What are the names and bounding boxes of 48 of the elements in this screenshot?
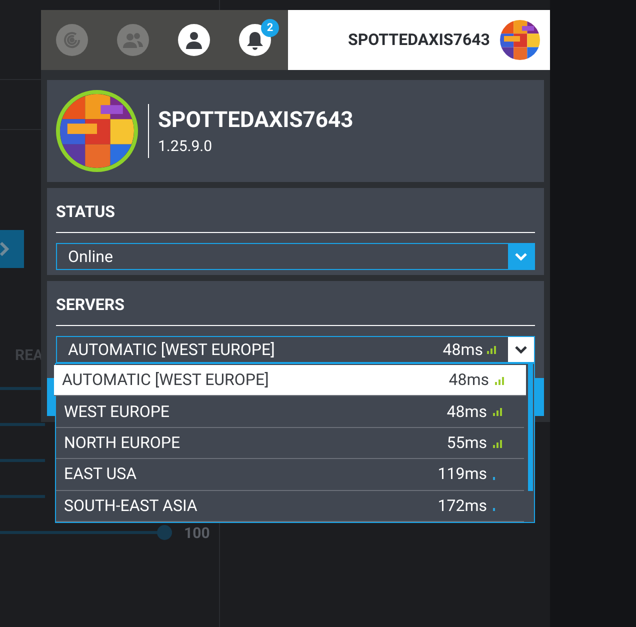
friends-button[interactable]	[116, 24, 148, 56]
server-option[interactable]: SOUTH-EAST ASIA 172ms	[56, 490, 524, 522]
user-tab[interactable]: SPOTTEDAXIS7643	[288, 10, 550, 70]
slider-thumb[interactable]	[157, 525, 172, 540]
server-name: SOUTH-EAST ASIA	[64, 494, 198, 517]
servers-title: SERVERS	[56, 293, 535, 326]
status-value: Online	[67, 246, 114, 268]
chevron-down-icon	[515, 346, 527, 354]
server-name: AUTOMATIC [WEST EUROPE]	[62, 369, 270, 392]
server-value: AUTOMATIC [WEST EUROPE]	[67, 338, 276, 360]
chevron-down-icon	[515, 252, 527, 260]
ping-value: 119ms	[438, 463, 487, 486]
server-option[interactable]: NORTH EUROPE 55ms	[56, 428, 524, 460]
scrollbar-thumb[interactable]	[528, 364, 533, 491]
friends-icon	[122, 31, 144, 49]
ping-value: 172ms	[438, 494, 487, 517]
server-name: WEST EUROPE	[64, 400, 171, 423]
server-select[interactable]: AUTOMATIC [WEST EUROPE] 48ms	[56, 336, 535, 363]
ping-value: 55ms	[446, 432, 487, 454]
status-title: STATUS	[56, 200, 535, 233]
notification-badge: 2	[261, 19, 279, 37]
ping-value: 48ms	[442, 338, 483, 360]
ping-value: 48ms	[448, 369, 489, 392]
radar-button[interactable]	[56, 24, 88, 56]
slider-value: 100	[184, 522, 210, 544]
dropdown-toggle[interactable]	[508, 244, 534, 269]
server-name: EAST USA	[64, 463, 138, 486]
arrow-button[interactable]	[0, 230, 24, 268]
server-name: NORTH EUROPE	[64, 432, 182, 454]
profile-name: SPOTTEDAXIS7643	[158, 107, 354, 135]
slider[interactable]	[0, 525, 172, 540]
server-option[interactable]: WEST EUROPE 48ms	[56, 396, 524, 428]
chevron-right-icon	[0, 242, 10, 256]
bell-icon	[246, 30, 264, 50]
user-name: SPOTTEDAXIS7643	[348, 29, 490, 51]
version-text: 1.25.9.0	[158, 136, 214, 156]
user-button[interactable]	[178, 24, 210, 56]
status-select[interactable]: Online	[56, 243, 535, 270]
dropdown-toggle[interactable]	[508, 337, 534, 362]
user-icon	[184, 31, 202, 49]
server-option[interactable]: AUTOMATIC [WEST EUROPE] 48ms	[54, 365, 526, 396]
server-option[interactable]: EAST USA 119ms	[56, 459, 524, 491]
signal-icon	[495, 376, 504, 385]
signal-icon	[487, 345, 496, 354]
radar-icon	[62, 30, 82, 50]
ping-value: 48ms	[446, 400, 487, 423]
signal-icon	[493, 438, 502, 448]
signal-icon	[493, 407, 502, 416]
